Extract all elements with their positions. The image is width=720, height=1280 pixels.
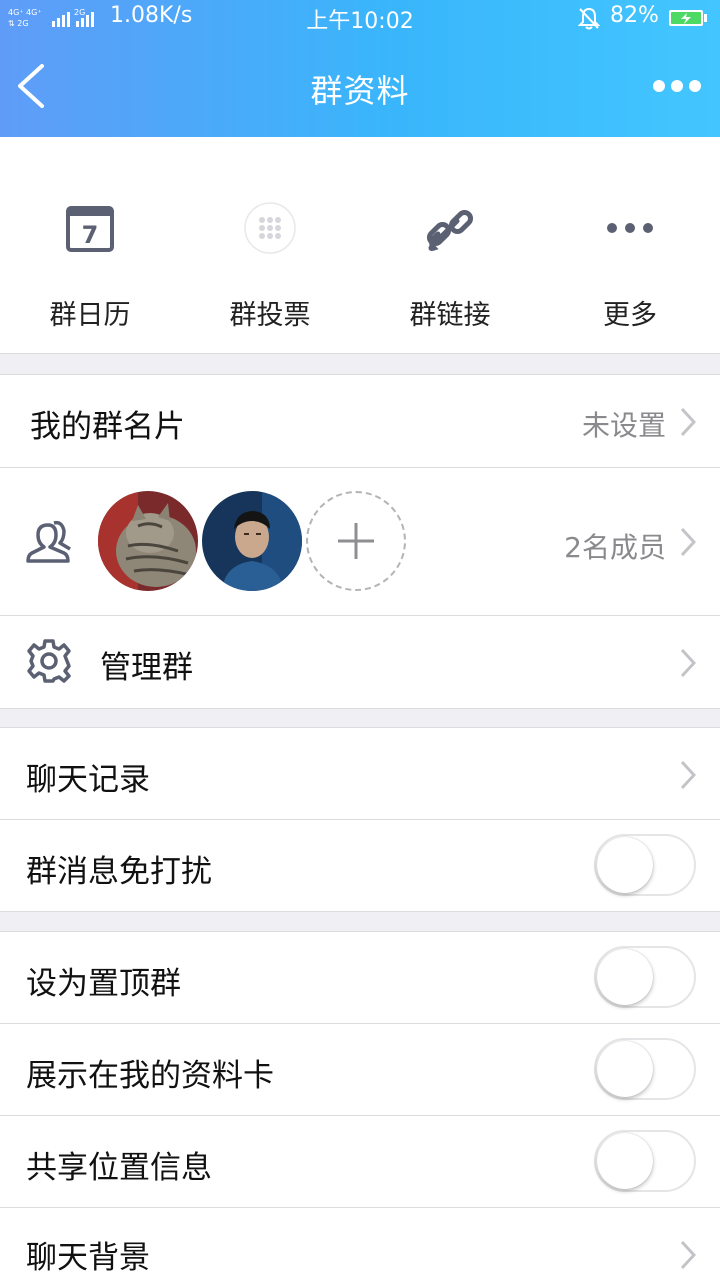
action-vote-label: 群投票	[229, 300, 311, 331]
row-manage-group[interactable]: 管理群	[0, 616, 720, 708]
pin-top-toggle[interactable]	[594, 946, 696, 1008]
chat-background-label: 聊天背景	[26, 1240, 150, 1276]
toggle-knob	[597, 1133, 653, 1189]
avatar[interactable]	[98, 491, 198, 591]
group-card-label: 我的群名片	[30, 409, 185, 445]
title-bar: 4G⁺ 4G⁺ ⇅ 2G 2G 1.08K/s 上午10:02 82% 群资料	[0, 0, 720, 137]
mute-toggle[interactable]	[594, 834, 696, 896]
avatar[interactable]	[202, 491, 302, 591]
divider	[0, 708, 720, 709]
battery-percent: 82%	[610, 3, 659, 28]
more-options-button[interactable]	[652, 78, 702, 94]
chevron-right-icon	[680, 760, 696, 790]
action-calendar[interactable]: 7 群日历	[0, 137, 180, 354]
person-avatar-image	[202, 491, 302, 591]
toggle-knob	[597, 949, 653, 1005]
status-bar: 4G⁺ 4G⁺ ⇅ 2G 2G 1.08K/s 上午10:02 82%	[0, 0, 720, 36]
chevron-right-icon	[680, 1240, 696, 1270]
link-icon	[426, 209, 474, 251]
chat-history-label: 聊天记录	[26, 762, 150, 798]
plus-icon	[338, 523, 374, 559]
chevron-right-icon	[680, 527, 696, 557]
row-group-card[interactable]: 我的群名片 未设置	[0, 375, 720, 467]
action-more[interactable]: 更多	[540, 137, 720, 354]
group-card-value: 未设置	[581, 409, 666, 442]
action-link-label: 群链接	[409, 300, 491, 331]
battery-charging-icon	[669, 10, 707, 26]
row-chat-background[interactable]: 聊天背景	[0, 1208, 720, 1280]
svg-text:7: 7	[82, 221, 99, 249]
action-calendar-label: 群日历	[49, 300, 131, 331]
share-location-label: 共享位置信息	[26, 1150, 212, 1186]
mute-label: 群消息免打扰	[26, 854, 212, 890]
pin-top-label: 设为置顶群	[26, 966, 181, 1002]
show-on-card-toggle[interactable]	[594, 1038, 696, 1100]
row-share-location: 共享位置信息	[0, 1116, 720, 1208]
chevron-right-icon	[680, 648, 696, 678]
divider	[0, 353, 720, 354]
member-count: 2名成员	[564, 531, 666, 564]
share-location-toggle[interactable]	[594, 1130, 696, 1192]
show-on-card-label: 展示在我的资料卡	[26, 1058, 274, 1094]
row-show-on-card: 展示在我的资料卡	[0, 1024, 720, 1116]
bell-muted-icon	[578, 7, 600, 30]
row-mute: 群消息免打扰	[0, 820, 720, 912]
toggle-knob	[597, 837, 653, 893]
action-vote[interactable]: 群投票	[180, 137, 360, 354]
cat-avatar-image	[98, 491, 198, 591]
gear-icon	[27, 639, 71, 683]
chevron-right-icon	[680, 407, 696, 437]
divider	[0, 911, 720, 912]
more-dots-icon	[607, 223, 653, 233]
vote-grid-icon	[244, 202, 296, 254]
quick-actions: 7 群日历 群投票 群链接 更多	[0, 137, 720, 354]
add-member-button[interactable]	[306, 491, 406, 591]
row-pin-top: 设为置顶群	[0, 932, 720, 1024]
action-link[interactable]: 群链接	[360, 137, 540, 354]
members-icon	[26, 520, 71, 563]
page-title: 群资料	[310, 72, 410, 110]
row-chat-history[interactable]: 聊天记录	[0, 728, 720, 820]
toggle-knob	[597, 1041, 653, 1097]
action-more-label: 更多	[603, 300, 657, 331]
manage-group-label: 管理群	[100, 650, 193, 686]
calendar-icon: 7	[66, 206, 114, 252]
